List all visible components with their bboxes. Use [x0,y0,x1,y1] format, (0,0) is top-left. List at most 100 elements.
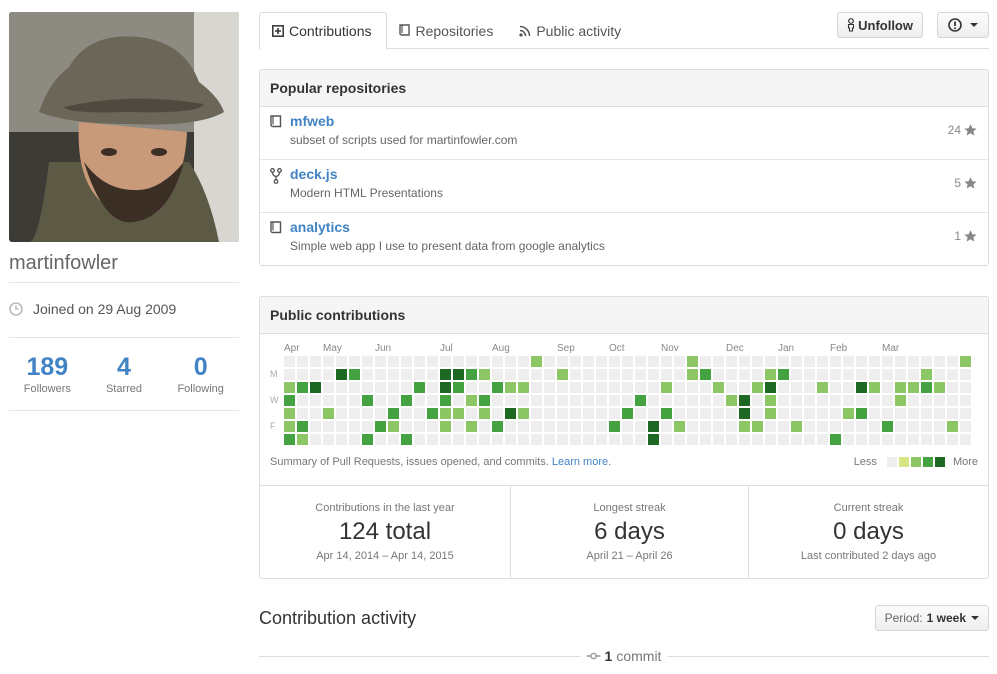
contribution-day[interactable] [934,369,945,380]
contribution-day[interactable] [817,356,828,367]
contribution-day[interactable] [765,408,776,419]
contribution-day[interactable] [466,369,477,380]
contribution-day[interactable] [323,421,334,432]
contribution-day[interactable] [648,382,659,393]
contribution-day[interactable] [518,408,529,419]
contribution-day[interactable] [388,356,399,367]
contribution-day[interactable] [427,408,438,419]
contribution-day[interactable] [791,369,802,380]
contribution-day[interactable] [609,408,620,419]
contribution-day[interactable] [960,356,971,367]
contribution-day[interactable] [570,421,581,432]
contribution-day[interactable] [700,382,711,393]
contribution-day[interactable] [921,421,932,432]
contribution-day[interactable] [583,408,594,419]
contribution-day[interactable] [609,434,620,445]
contribution-day[interactable] [570,434,581,445]
contribution-day[interactable] [583,395,594,406]
report-menu-button[interactable] [937,12,989,38]
contribution-day[interactable] [843,369,854,380]
contribution-day[interactable] [947,395,958,406]
unfollow-button[interactable]: Unfollow [837,12,923,38]
contribution-day[interactable] [661,421,672,432]
contribution-day[interactable] [375,408,386,419]
contribution-day[interactable] [531,382,542,393]
contribution-day[interactable] [843,434,854,445]
contribution-day[interactable] [895,395,906,406]
contribution-day[interactable] [960,395,971,406]
contribution-day[interactable] [596,395,607,406]
contribution-day[interactable] [609,395,620,406]
contribution-day[interactable] [765,382,776,393]
contribution-day[interactable] [817,421,828,432]
contribution-day[interactable] [895,408,906,419]
contribution-day[interactable] [466,434,477,445]
period-select[interactable]: Period: 1 week [874,605,989,631]
contribution-day[interactable] [817,434,828,445]
contribution-day[interactable] [908,369,919,380]
contribution-day[interactable] [934,395,945,406]
contribution-day[interactable] [596,408,607,419]
contribution-day[interactable] [414,421,425,432]
contribution-day[interactable] [830,382,841,393]
contribution-day[interactable] [661,382,672,393]
contribution-day[interactable] [739,382,750,393]
contribution-day[interactable] [674,408,685,419]
repo-item[interactable]: deck.js Modern HTML Presentations 5 [260,160,988,213]
contribution-day[interactable] [726,434,737,445]
contribution-day[interactable] [479,434,490,445]
contribution-day[interactable] [453,369,464,380]
contribution-day[interactable] [843,382,854,393]
contribution-day[interactable] [310,356,321,367]
contribution-day[interactable] [453,395,464,406]
contribution-day[interactable] [414,382,425,393]
contribution-day[interactable] [297,434,308,445]
contribution-day[interactable] [960,382,971,393]
contribution-day[interactable] [700,356,711,367]
contribution-day[interactable] [492,434,503,445]
contribution-day[interactable] [700,408,711,419]
repo-item[interactable]: mfweb subset of scripts used for martinfo… [260,107,988,160]
contribution-day[interactable] [648,395,659,406]
contribution-day[interactable] [947,421,958,432]
contribution-day[interactable] [310,434,321,445]
contribution-day[interactable] [778,369,789,380]
contribution-day[interactable] [544,369,555,380]
contribution-day[interactable] [570,369,581,380]
contribution-day[interactable] [518,395,529,406]
contribution-day[interactable] [583,382,594,393]
contribution-day[interactable] [687,356,698,367]
contribution-day[interactable] [895,356,906,367]
repo-name[interactable]: analytics [290,219,988,235]
repo-name[interactable]: deck.js [290,166,988,182]
contribution-day[interactable] [323,395,334,406]
contribution-day[interactable] [323,356,334,367]
contribution-day[interactable] [531,369,542,380]
contribution-day[interactable] [401,382,412,393]
contribution-day[interactable] [596,356,607,367]
contribution-day[interactable] [609,421,620,432]
contribution-day[interactable] [362,434,373,445]
contribution-day[interactable] [882,421,893,432]
contribution-day[interactable] [765,434,776,445]
contribution-day[interactable] [947,434,958,445]
contribution-day[interactable] [570,382,581,393]
contribution-day[interactable] [323,382,334,393]
contribution-day[interactable] [830,434,841,445]
contribution-day[interactable] [596,434,607,445]
learn-more-link[interactable]: Learn more. [552,456,611,468]
contribution-day[interactable] [622,382,633,393]
contribution-day[interactable] [479,408,490,419]
contribution-day[interactable] [921,369,932,380]
contribution-day[interactable] [349,369,360,380]
contribution-day[interactable] [687,421,698,432]
contribution-day[interactable] [778,421,789,432]
contribution-day[interactable] [674,395,685,406]
tab-repositories[interactable]: Repositories [387,12,508,49]
contribution-day[interactable] [869,395,880,406]
contribution-day[interactable] [544,408,555,419]
contribution-day[interactable] [830,395,841,406]
contribution-day[interactable] [453,434,464,445]
contribution-day[interactable] [531,421,542,432]
contribution-day[interactable] [440,369,451,380]
